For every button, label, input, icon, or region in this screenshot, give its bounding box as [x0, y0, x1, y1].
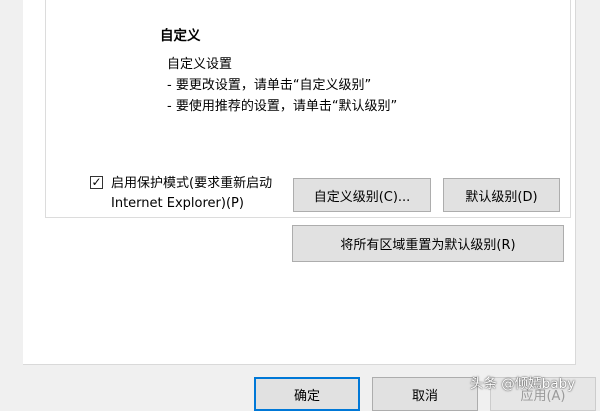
- protected-mode-label[interactable]: 启用保护模式(要求重新启动 Internet Explorer)(P): [111, 174, 311, 214]
- default-level-button[interactable]: 默认级别(D): [443, 178, 560, 212]
- ok-button[interactable]: 确定: [254, 377, 360, 411]
- custom-level-button[interactable]: 自定义级别(C)...: [293, 178, 431, 212]
- security-level-description: 自定义设置 - 要更改设置，请单击“自定义级别” - 要使用推荐的设置，请单击“…: [167, 54, 397, 117]
- protected-mode-checkbox[interactable]: ✓: [90, 176, 103, 189]
- description-line: - 要更改设置，请单击“自定义级别”: [167, 78, 372, 93]
- watermark-text: 头条 @倾嫣baby: [470, 376, 576, 392]
- security-settings-panel: 自定义 自定义设置 - 要更改设置，请单击“自定义级别” - 要使用推荐的设置，…: [23, 0, 576, 365]
- description-line: - 要使用推荐的设置，请单击“默认级别”: [167, 99, 398, 114]
- description-line: 自定义设置: [167, 57, 233, 72]
- security-level-title: 自定义: [160, 28, 201, 44]
- checkmark-icon: ✓: [91, 175, 102, 189]
- cancel-button[interactable]: 取消: [372, 377, 478, 411]
- protected-mode-label-line2: Internet Explorer)(P): [111, 196, 244, 211]
- reset-all-zones-button[interactable]: 将所有区域重置为默认级别(R): [292, 225, 564, 262]
- protected-mode-label-line1: 启用保护模式(要求重新启动: [111, 176, 273, 191]
- security-level-group: 自定义 自定义设置 - 要更改设置，请单击“自定义级别” - 要使用推荐的设置，…: [45, 0, 571, 218]
